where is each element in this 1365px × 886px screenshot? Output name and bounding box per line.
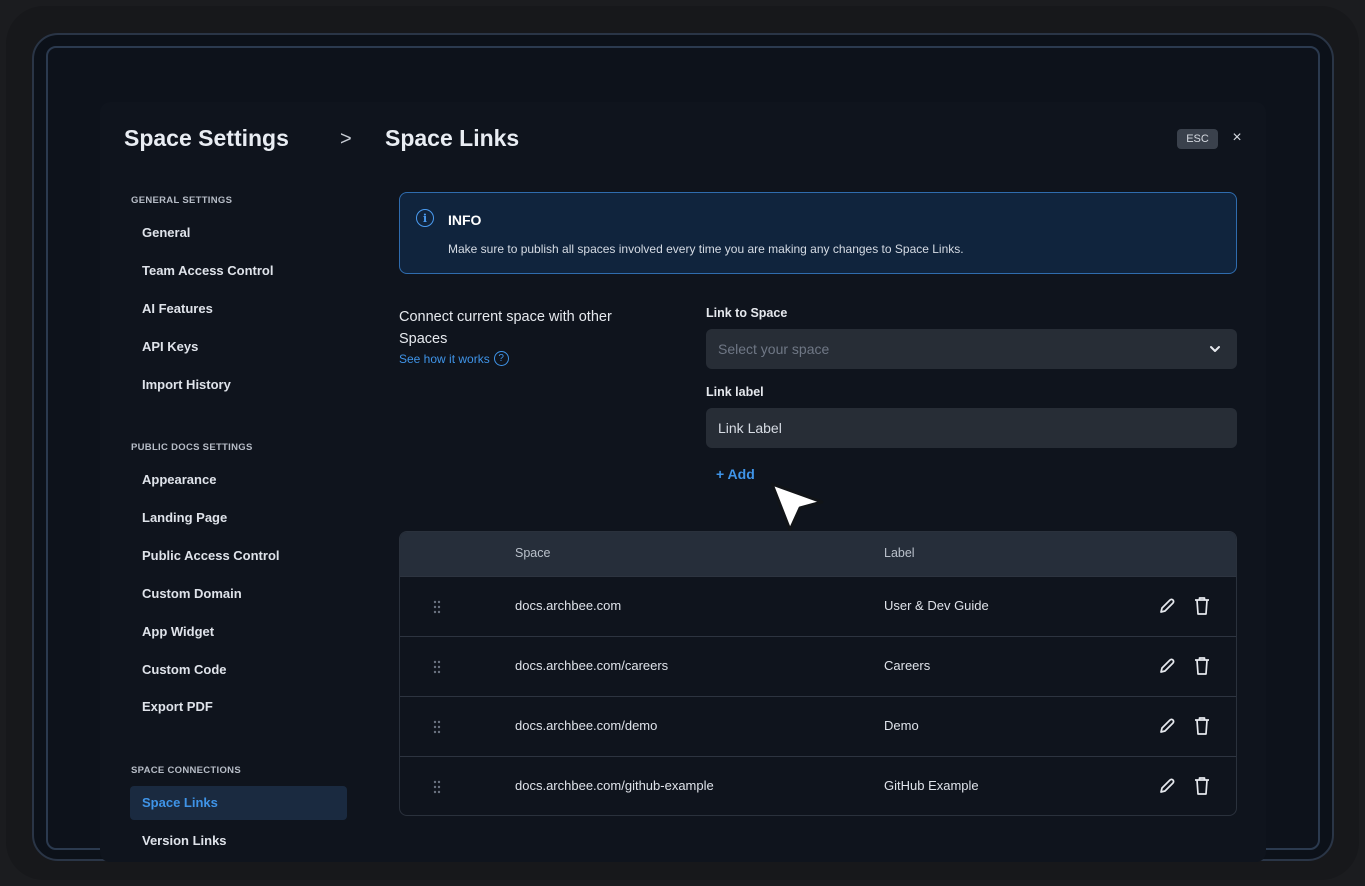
info-banner <box>399 192 1237 274</box>
sidebar-item-appearance[interactable]: Appearance <box>142 472 216 487</box>
link-label-input[interactable] <box>706 408 1237 448</box>
drag-handle-icon[interactable] <box>432 660 442 674</box>
row-label: Demo <box>884 718 919 733</box>
esc-badge[interactable]: ESC <box>1177 129 1218 149</box>
edit-icon[interactable] <box>1158 597 1176 615</box>
trash-icon[interactable] <box>1194 656 1210 676</box>
sidebar-item-import-history[interactable]: Import History <box>142 377 231 392</box>
sidebar-item-landing-page[interactable]: Landing Page <box>142 510 227 525</box>
table-row: docs.archbee.com/github-example GitHub E… <box>400 756 1236 815</box>
page-title: Space Links <box>385 125 520 151</box>
table-row: docs.archbee.com/demo Demo <box>400 696 1236 756</box>
row-label: Careers <box>884 658 931 673</box>
see-how-it-works-link[interactable]: See how it works ? <box>399 351 509 366</box>
info-text: Make sure to publish all spaces involved… <box>448 242 964 256</box>
sidebar-item-api-keys[interactable]: API Keys <box>142 339 198 354</box>
drag-handle-icon[interactable] <box>432 600 442 614</box>
connect-description: Connect current space with other Spaces <box>399 309 612 347</box>
column-header-label: Label <box>884 546 915 560</box>
edit-icon[interactable] <box>1158 657 1176 675</box>
row-label: GitHub Example <box>884 778 979 793</box>
sidebar-item-team-access-control[interactable]: Team Access Control <box>142 263 274 278</box>
link-to-space-label: Link to Space <box>706 306 788 320</box>
column-header-space: Space <box>515 546 551 560</box>
sidebar-item-export-pdf[interactable]: Export PDF <box>142 699 213 714</box>
edit-icon[interactable] <box>1158 717 1176 735</box>
row-space: docs.archbee.com/github-example <box>515 778 714 793</box>
row-space: docs.archbee.com <box>515 598 622 613</box>
sidebar-item-app-widget[interactable]: App Widget <box>142 624 214 639</box>
sidebar-item-ai-features[interactable]: AI Features <box>142 301 213 316</box>
help-icon[interactable]: ? <box>493 351 509 366</box>
drag-handle-icon[interactable] <box>432 720 442 734</box>
table-row: docs.archbee.com User & Dev Guide <box>400 576 1236 636</box>
see-how-it-works-label[interactable]: See how it works <box>399 352 490 366</box>
space-links-table: Space Label docs.archbee.com User & Dev … <box>399 531 1237 816</box>
sidebar-item-space-links[interactable]: Space Links <box>142 795 218 810</box>
space-select-placeholder[interactable]: Select your space <box>718 341 829 357</box>
add-link-button[interactable]: + Add <box>716 466 755 482</box>
sidebar-section-public-docs: PUBLIC DOCS SETTINGS <box>131 442 253 453</box>
sidebar-section-general: GENERAL SETTINGS <box>131 195 233 206</box>
sidebar-item-version-links[interactable]: Version Links <box>142 833 227 848</box>
table-row: docs.archbee.com/careers Careers <box>400 636 1236 696</box>
row-space: docs.archbee.com/demo <box>515 718 658 733</box>
sidebar-item-custom-code[interactable]: Custom Code <box>142 662 227 677</box>
info-title: INFO <box>448 212 482 228</box>
close-icon[interactable]: × <box>1228 128 1246 148</box>
info-icon: i <box>416 209 434 227</box>
link-label-label: Link label <box>706 385 764 399</box>
chevron-down-icon[interactable] <box>1208 342 1222 356</box>
sidebar-item-custom-domain[interactable]: Custom Domain <box>142 586 242 601</box>
drag-handle-icon[interactable] <box>432 780 442 794</box>
trash-icon[interactable] <box>1194 596 1210 616</box>
cursor-icon <box>770 482 824 532</box>
breadcrumb-parent[interactable]: Space Settings <box>124 125 289 152</box>
trash-icon[interactable] <box>1194 776 1210 796</box>
sidebar-section-space-connections: SPACE CONNECTIONS <box>131 765 241 776</box>
row-space: docs.archbee.com/careers <box>515 658 669 673</box>
edit-icon[interactable] <box>1158 777 1176 795</box>
sidebar-item-general[interactable]: General <box>142 225 190 240</box>
table-header: Space Label <box>400 532 1236 576</box>
sidebar-item-public-access-control[interactable]: Public Access Control <box>142 548 280 563</box>
trash-icon[interactable] <box>1194 716 1210 736</box>
breadcrumb-separator: > <box>340 128 352 150</box>
row-label: User & Dev Guide <box>884 598 989 613</box>
